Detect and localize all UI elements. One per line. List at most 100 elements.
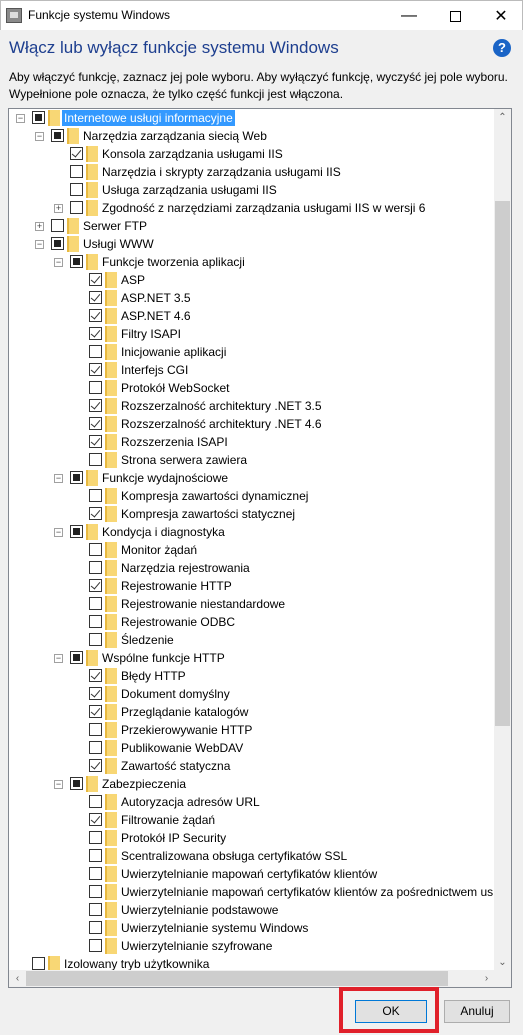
collapse-icon[interactable]: − <box>54 654 63 663</box>
vertical-scroll-thumb[interactable] <box>495 201 510 726</box>
checkbox-unchecked[interactable] <box>89 489 102 502</box>
checkbox-checked[interactable] <box>89 687 102 700</box>
checkbox-unchecked[interactable] <box>70 165 83 178</box>
tree-item[interactable]: − Zabezpieczenia <box>9 775 495 793</box>
tree-item[interactable]: ASP.NET 3.5 <box>9 289 495 307</box>
checkbox-checked[interactable] <box>89 399 102 412</box>
checkbox-partial[interactable] <box>70 651 83 664</box>
tree-item[interactable]: Monitor żądań <box>9 541 495 559</box>
expand-icon[interactable]: + <box>54 204 63 213</box>
tree-item[interactable]: − Usługi WWW <box>9 235 495 253</box>
tree-item[interactable]: Autoryzacja adresów URL <box>9 793 495 811</box>
tree-item[interactable]: Publikowanie WebDAV <box>9 739 495 757</box>
tree-item[interactable]: Uwierzytelnianie systemu Windows <box>9 919 495 937</box>
checkbox-unchecked[interactable] <box>51 219 64 232</box>
checkbox-checked[interactable] <box>89 291 102 304</box>
checkbox-unchecked[interactable] <box>89 831 102 844</box>
vertical-scrollbar[interactable]: ⌃ ⌄ <box>494 109 511 971</box>
tree-item[interactable]: Filtrowanie żądań <box>9 811 495 829</box>
tree-item[interactable]: + Zgodność z narzędziami zarządzania usłu… <box>9 199 495 217</box>
tree-item[interactable]: Uwierzytelnianie podstawowe <box>9 901 495 919</box>
checkbox-unchecked[interactable] <box>89 453 102 466</box>
tree-item[interactable]: Dokument domyślny <box>9 685 495 703</box>
checkbox-unchecked[interactable] <box>89 723 102 736</box>
tree-item[interactable]: Interfejs CGI <box>9 361 495 379</box>
tree-item[interactable]: Strona serwera zawiera <box>9 451 495 469</box>
maximize-button[interactable] <box>432 1 478 31</box>
expand-icon[interactable]: + <box>35 222 44 231</box>
checkbox-checked[interactable] <box>89 273 102 286</box>
tree-item[interactable]: Uwierzytelnianie mapowań certyfikatów kl… <box>9 865 495 883</box>
checkbox-unchecked[interactable] <box>32 957 45 970</box>
tree-item[interactable]: − Wspólne funkcje HTTP <box>9 649 495 667</box>
checkbox-unchecked[interactable] <box>89 921 102 934</box>
checkbox-unchecked[interactable] <box>89 795 102 808</box>
tree-item[interactable]: Rejestrowanie ODBC <box>9 613 495 631</box>
tree-item[interactable]: Rozszerzalność architektury .NET 4.6 <box>9 415 495 433</box>
tree-item[interactable]: − Funkcje tworzenia aplikacji <box>9 253 495 271</box>
ok-button[interactable]: OK <box>355 1000 427 1023</box>
horizontal-scroll-thumb[interactable] <box>26 971 448 986</box>
tree-item[interactable]: Narzędzia i skrypty zarządzania usługami… <box>9 163 495 181</box>
tree-item[interactable]: − Internetowe usługi informacyjne <box>9 109 495 127</box>
horizontal-scrollbar[interactable]: ‹ › <box>9 970 495 987</box>
tree-item[interactable]: Filtry ISAPI <box>9 325 495 343</box>
checkbox-checked[interactable] <box>89 705 102 718</box>
tree-item[interactable]: − Funkcje wydajnościowe <box>9 469 495 487</box>
checkbox-unchecked[interactable] <box>89 597 102 610</box>
checkbox-checked[interactable] <box>89 579 102 592</box>
checkbox-unchecked[interactable] <box>89 903 102 916</box>
tree-item[interactable]: Uwierzytelnianie szyfrowane <box>9 937 495 955</box>
checkbox-checked[interactable] <box>89 759 102 772</box>
tree-item[interactable]: Zawartość statyczna <box>9 757 495 775</box>
cancel-button[interactable]: Anuluj <box>444 1000 510 1023</box>
checkbox-partial[interactable] <box>70 471 83 484</box>
collapse-icon[interactable]: − <box>35 240 44 249</box>
tree-item[interactable]: Protokół WebSocket <box>9 379 495 397</box>
collapse-icon[interactable]: − <box>16 114 25 123</box>
collapse-icon[interactable]: − <box>54 258 63 267</box>
tree-item[interactable]: Rozszerzenia ISAPI <box>9 433 495 451</box>
checkbox-unchecked[interactable] <box>89 633 102 646</box>
tree-item[interactable]: Przeglądanie katalogów <box>9 703 495 721</box>
checkbox-checked[interactable] <box>89 669 102 682</box>
checkbox-checked[interactable] <box>89 309 102 322</box>
tree-item[interactable]: Rejestrowanie HTTP <box>9 577 495 595</box>
tree-item[interactable]: ASP <box>9 271 495 289</box>
collapse-icon[interactable]: − <box>54 780 63 789</box>
tree-item[interactable]: − Narzędzia zarządzania siecią Web <box>9 127 495 145</box>
tree-item[interactable]: Inicjowanie aplikacji <box>9 343 495 361</box>
tree-item[interactable]: Usługa zarządzania usługami IIS <box>9 181 495 199</box>
tree-item[interactable]: Scentralizowana obsługa certyfikatów SSL <box>9 847 495 865</box>
checkbox-checked[interactable] <box>89 507 102 520</box>
tree-item[interactable]: Śledzenie <box>9 631 495 649</box>
tree-item[interactable]: Kompresja zawartości dynamicznej <box>9 487 495 505</box>
tree-item[interactable]: Konsola zarządzania usługami IIS <box>9 145 495 163</box>
scroll-up-icon[interactable]: ⌃ <box>494 109 511 126</box>
close-button[interactable]: ✕ <box>478 1 523 31</box>
checkbox-unchecked[interactable] <box>89 561 102 574</box>
tree-item[interactable]: Protokół IP Security <box>9 829 495 847</box>
tree-item[interactable]: Rozszerzalność architektury .NET 3.5 <box>9 397 495 415</box>
tree-item[interactable]: Rejestrowanie niestandardowe <box>9 595 495 613</box>
checkbox-unchecked[interactable] <box>89 741 102 754</box>
checkbox-unchecked[interactable] <box>89 381 102 394</box>
checkbox-unchecked[interactable] <box>89 345 102 358</box>
checkbox-unchecked[interactable] <box>70 201 83 214</box>
tree-item[interactable]: − Kondycja i diagnostyka <box>9 523 495 541</box>
scroll-down-icon[interactable]: ⌄ <box>494 954 511 971</box>
checkbox-partial[interactable] <box>70 777 83 790</box>
checkbox-checked[interactable] <box>89 417 102 430</box>
checkbox-unchecked[interactable] <box>89 867 102 880</box>
checkbox-checked[interactable] <box>89 435 102 448</box>
checkbox-checked[interactable] <box>89 363 102 376</box>
tree-item[interactable]: Kompresja zawartości statycznej <box>9 505 495 523</box>
tree-item[interactable]: Uwierzytelnianie mapowań certyfikatów kl… <box>9 883 495 901</box>
tree-item[interactable]: Przekierowywanie HTTP <box>9 721 495 739</box>
checkbox-checked[interactable] <box>89 327 102 340</box>
scroll-right-icon[interactable]: › <box>478 970 495 987</box>
minimize-button[interactable]: — <box>386 1 432 31</box>
checkbox-unchecked[interactable] <box>89 939 102 952</box>
checkbox-unchecked[interactable] <box>89 615 102 628</box>
checkbox-unchecked[interactable] <box>89 543 102 556</box>
